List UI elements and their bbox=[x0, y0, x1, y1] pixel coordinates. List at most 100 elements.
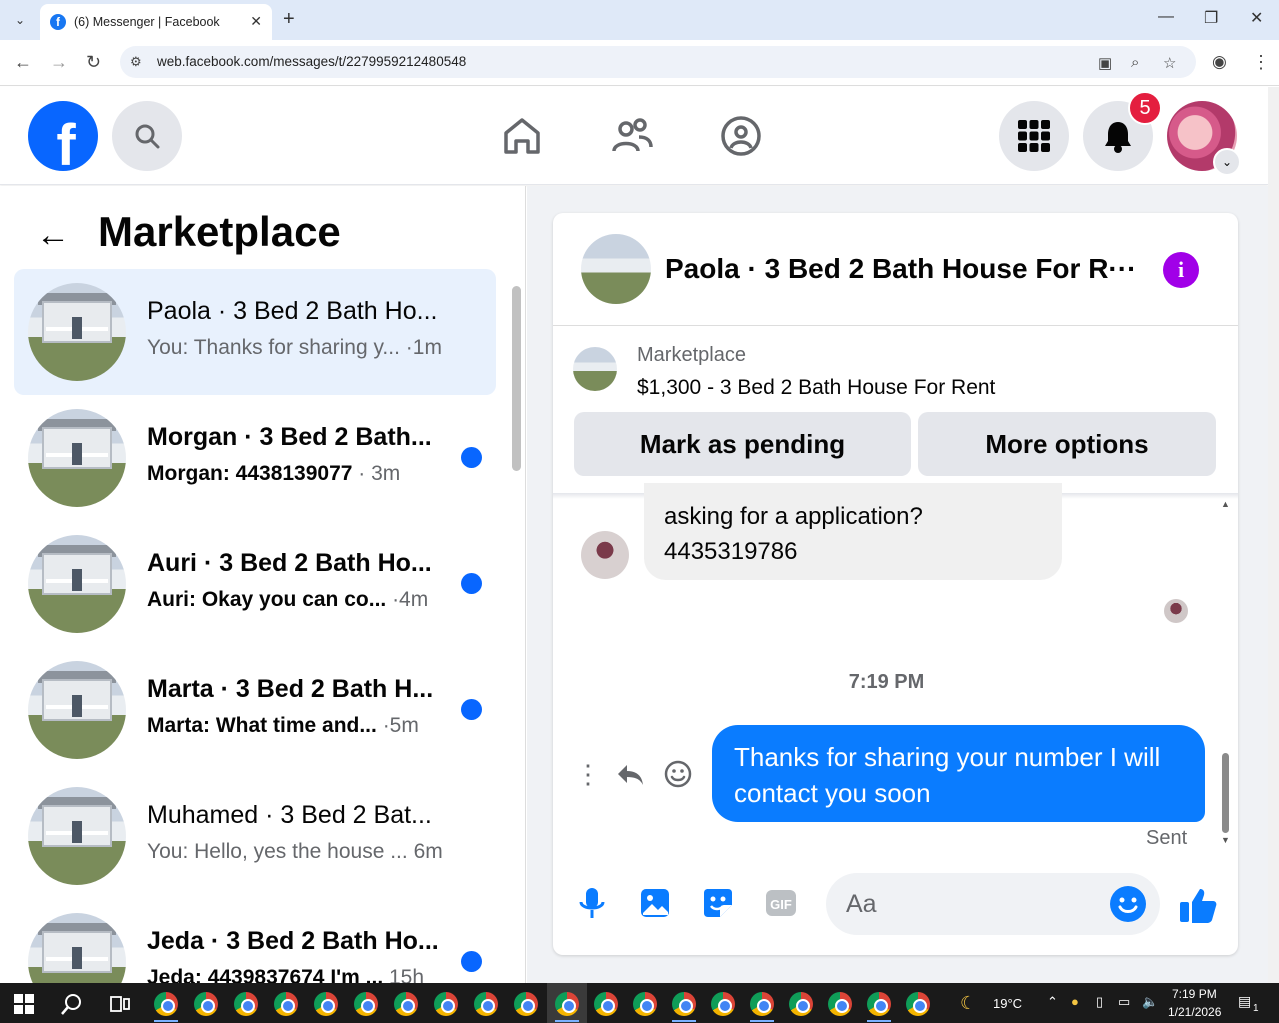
chrome-icon[interactable] bbox=[274, 992, 298, 1016]
message-input[interactable] bbox=[846, 886, 1096, 922]
chrome-icon[interactable] bbox=[194, 992, 218, 1016]
message-composer[interactable] bbox=[826, 873, 1160, 935]
chrome-icon[interactable] bbox=[594, 992, 618, 1016]
weather-temperature[interactable]: 19°C bbox=[993, 996, 1022, 1011]
chrome-icon[interactable] bbox=[314, 992, 338, 1016]
like-thumb-icon[interactable] bbox=[1178, 885, 1218, 925]
chrome-icon[interactable] bbox=[434, 992, 458, 1016]
chrome-icon[interactable] bbox=[711, 992, 735, 1016]
profile-icon[interactable]: ◉ bbox=[1212, 52, 1227, 72]
omnibox[interactable]: ⚙ web.facebook.com/messages/t/2279959212… bbox=[120, 46, 1196, 78]
conversation-preview: Auri: Okay you can co... bbox=[147, 588, 387, 611]
forward-button[interactable]: → bbox=[50, 52, 68, 73]
site-info-icon[interactable]: ⚙ bbox=[130, 54, 142, 70]
network-icon[interactable]: ▭ bbox=[1118, 994, 1130, 1010]
chrome-icon[interactable] bbox=[354, 992, 378, 1016]
weather-moon-icon[interactable]: ☾ bbox=[960, 993, 976, 1014]
chrome-icon[interactable] bbox=[474, 992, 498, 1016]
svg-text:GIF: GIF bbox=[770, 897, 792, 912]
conversation-item[interactable]: Muhamed · 3 Bed 2 Bat... You: Hello, yes… bbox=[14, 773, 496, 899]
chrome-icon[interactable] bbox=[867, 992, 891, 1016]
conversation-item[interactable]: Jeda · 3 Bed 2 Bath Ho... Jeda: 44398376… bbox=[14, 899, 496, 983]
restore-button[interactable]: ❐ bbox=[1204, 8, 1218, 28]
close-window-button[interactable]: ✕ bbox=[1250, 8, 1263, 28]
chat-title[interactable]: Paola · 3 Bed 2 Bath House For R··· bbox=[665, 253, 1136, 285]
listing-thumbnail bbox=[28, 913, 126, 983]
new-tab-button[interactable]: + bbox=[283, 8, 295, 31]
back-arrow-icon[interactable]: ← bbox=[36, 216, 70, 255]
reload-button[interactable]: ↻ bbox=[86, 52, 101, 73]
notification-center-icon[interactable]: ▤ bbox=[1238, 993, 1251, 1010]
close-tab-icon[interactable]: ✕ bbox=[250, 13, 262, 30]
microphone-icon[interactable] bbox=[574, 885, 610, 921]
home-icon[interactable] bbox=[501, 115, 543, 157]
react-emoji-icon[interactable] bbox=[664, 760, 692, 788]
chrome-icon[interactable] bbox=[555, 992, 579, 1016]
search-button[interactable] bbox=[112, 101, 182, 171]
panel-title: Marketplace bbox=[98, 208, 341, 255]
chrome-icon[interactable] bbox=[514, 992, 538, 1016]
tray-app-icon[interactable]: ● bbox=[1071, 994, 1079, 1009]
incoming-message-bubble[interactable]: asking for a application? 4435319786 bbox=[644, 483, 1062, 580]
back-button[interactable]: ← bbox=[14, 52, 32, 73]
info-icon[interactable]: i bbox=[1163, 252, 1199, 288]
zoom-icon[interactable]: ⌕ bbox=[1131, 54, 1139, 71]
listing-thumbnail bbox=[28, 283, 126, 381]
conversation-time: 15h bbox=[383, 966, 425, 983]
conversation-item[interactable]: Paola · 3 Bed 2 Bath Ho... You: Thanks f… bbox=[14, 269, 496, 395]
sticker-icon[interactable] bbox=[700, 885, 736, 921]
marketplace-listing-thumbnail[interactable] bbox=[573, 347, 617, 391]
chrome-icon[interactable] bbox=[789, 992, 813, 1016]
windows-start-icon[interactable] bbox=[12, 992, 36, 1016]
listing-thumbnail bbox=[28, 787, 126, 885]
chat-scrollbar[interactable] bbox=[1222, 753, 1229, 833]
scroll-down-arrow-icon[interactable]: ▼ bbox=[1221, 835, 1230, 845]
listing-title[interactable]: $1,300 - 3 Bed 2 Bath House For Rent bbox=[637, 376, 995, 400]
friends-icon[interactable] bbox=[611, 115, 653, 157]
page-scrollbar[interactable] bbox=[1268, 87, 1279, 983]
clock-date[interactable]: 1/21/2026 bbox=[1168, 1005, 1221, 1019]
chrome-icon[interactable] bbox=[672, 992, 696, 1016]
search-icon[interactable] bbox=[60, 992, 84, 1016]
url-text[interactable]: web.facebook.com/messages/t/227995921248… bbox=[157, 54, 466, 69]
facebook-logo-icon[interactable]: f bbox=[28, 101, 98, 171]
sender-avatar[interactable] bbox=[581, 531, 629, 579]
chrome-icon[interactable] bbox=[154, 992, 178, 1016]
conversation-item[interactable]: Morgan · 3 Bed 2 Bath... Morgan: 4438139… bbox=[14, 395, 496, 521]
outgoing-message-bubble[interactable]: Thanks for sharing your number I will co… bbox=[712, 725, 1205, 822]
chevron-down-icon[interactable]: ⌄ bbox=[1213, 148, 1241, 176]
more-options-button[interactable]: More options bbox=[918, 412, 1216, 476]
tab-search-dropdown[interactable]: ⌄ bbox=[8, 8, 32, 32]
chrome-icon[interactable] bbox=[906, 992, 930, 1016]
bookmark-star-icon[interactable]: ☆ bbox=[1163, 54, 1176, 72]
chrome-icon[interactable] bbox=[828, 992, 852, 1016]
minimize-button[interactable]: — bbox=[1158, 8, 1174, 26]
menu-kebab-icon[interactable]: ⋮ bbox=[1252, 52, 1270, 73]
volume-icon[interactable]: 🔈 bbox=[1142, 994, 1158, 1010]
chrome-icon[interactable] bbox=[234, 992, 258, 1016]
gif-icon[interactable]: GIF bbox=[763, 885, 799, 921]
conversation-list-scrollbar[interactable] bbox=[512, 286, 521, 471]
chrome-icon[interactable] bbox=[750, 992, 774, 1016]
reply-icon[interactable] bbox=[615, 759, 645, 789]
photo-icon[interactable] bbox=[637, 885, 673, 921]
tab-title: (6) Messenger | Facebook bbox=[74, 15, 220, 29]
battery-icon[interactable]: ▯ bbox=[1096, 994, 1103, 1010]
clock-time[interactable]: 7:19 PM bbox=[1172, 987, 1217, 1001]
conversation-item[interactable]: Auri · 3 Bed 2 Bath Ho... Auri: Okay you… bbox=[14, 521, 496, 647]
tray-chevron-up-icon[interactable]: ⌃ bbox=[1047, 994, 1058, 1010]
chrome-icon[interactable] bbox=[633, 992, 657, 1016]
chrome-icon[interactable] bbox=[394, 992, 418, 1016]
chat-listing-thumbnail[interactable] bbox=[581, 234, 651, 304]
taskbar-indicator bbox=[555, 1020, 579, 1022]
browser-tab-messenger[interactable]: f (6) Messenger | Facebook ✕ bbox=[40, 4, 272, 40]
menu-grid-button[interactable] bbox=[999, 101, 1069, 171]
groups-icon[interactable] bbox=[720, 115, 762, 157]
conversation-item[interactable]: Marta · 3 Bed 2 Bath H... Marta: What ti… bbox=[14, 647, 496, 773]
scroll-up-arrow-icon[interactable]: ▲ bbox=[1221, 499, 1230, 509]
install-app-icon[interactable]: ▣ bbox=[1098, 54, 1112, 72]
more-actions-icon[interactable]: ⋮ bbox=[575, 759, 601, 790]
task-view-icon[interactable] bbox=[108, 992, 132, 1016]
emoji-icon[interactable] bbox=[1110, 886, 1146, 922]
mark-as-pending-button[interactable]: Mark as pending bbox=[574, 412, 911, 476]
